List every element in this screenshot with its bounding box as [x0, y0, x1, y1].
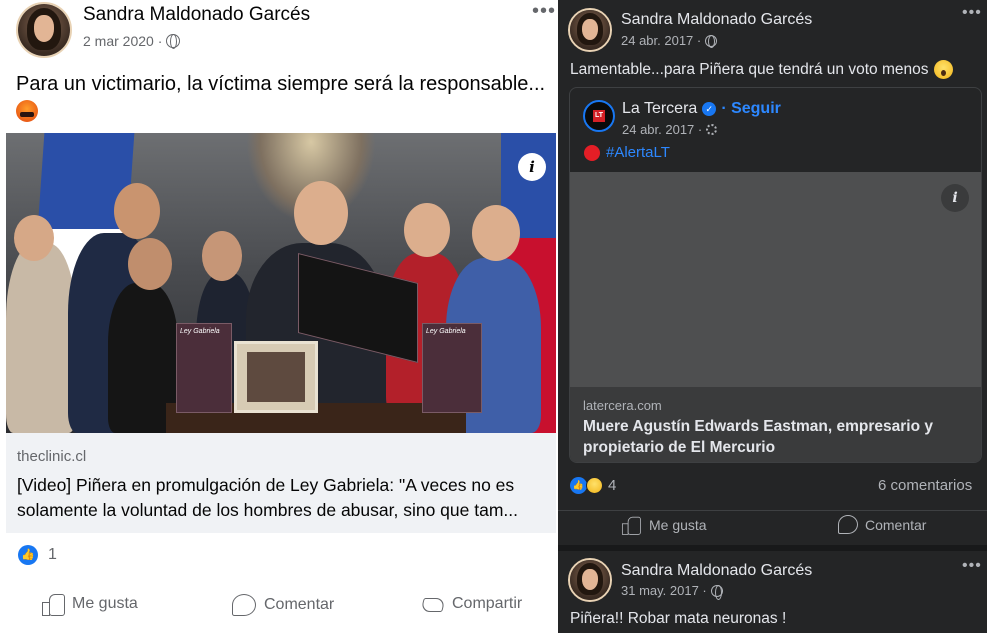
book-ley-gabriela-right: Ley Gabriela [422, 323, 482, 413]
haha-reaction-icon [586, 477, 603, 494]
link-preview-footer[interactable]: latercera.com Muere Agustín Edwards East… [570, 387, 981, 462]
author-avatar[interactable] [568, 8, 612, 52]
reaction-count: 4 [608, 477, 617, 494]
post-text-content: Lamentable...para Piñera que tendrá un v… [570, 60, 929, 78]
logo-text: LT [593, 110, 605, 122]
portrait-frame [234, 341, 318, 413]
left-post: Sandra Maldonado Garcés 2 mar 2020 · •••… [0, 0, 561, 633]
author-name[interactable]: Sandra Maldonado Garcés [83, 4, 310, 26]
link-preview-card[interactable]: theclinic.cl [Video] Piñera en promulgac… [6, 433, 556, 533]
page-name[interactable]: La Tercera [622, 100, 697, 118]
globe-icon [710, 584, 723, 600]
shared-post-date[interactable]: 24 abr. 2017 · [622, 122, 702, 137]
reaction-summary[interactable]: 👍 1 [18, 545, 57, 565]
link-preview-image[interactable]: Ley Gabriela Ley Gabriela i [6, 133, 556, 433]
shared-page-header: La Tercera ✓ · Seguir [622, 100, 781, 118]
like-label: Me gusta [649, 517, 707, 533]
link-preview-image[interactable]: i [570, 172, 981, 387]
dark-post-1: Sandra Maldonado Garcés 24 abr. 2017 · •… [558, 0, 987, 545]
author-avatar[interactable] [16, 2, 72, 58]
share-arrow-icon [420, 594, 444, 614]
right-panel: Sandra Maldonado Garcés 24 abr. 2017 · •… [558, 0, 987, 633]
post-text: Lamentable...para Piñera que tendrá un v… [570, 60, 954, 79]
book-label: Ley Gabriela [180, 328, 220, 335]
reaction-count: 1 [48, 546, 57, 563]
person-head [472, 205, 520, 261]
like-label: Me gusta [72, 595, 138, 612]
like-button[interactable]: Me gusta [42, 594, 138, 616]
like-button[interactable]: Me gusta [620, 515, 707, 535]
post-text: Piñera!! Robar mata neuronas ! [570, 610, 787, 627]
link-title[interactable]: [Video] Piñera en promulgación de Ley Ga… [17, 473, 547, 523]
more-dots-icon[interactable]: ••• [962, 4, 982, 22]
shared-post-card[interactable]: LT La Tercera ✓ · Seguir 24 abr. 2017 · … [569, 87, 982, 463]
author-name[interactable]: Sandra Maldonado Garcés [621, 562, 812, 580]
link-title[interactable]: Muere Agustín Edwards Eastman, empresari… [583, 416, 973, 458]
reaction-summary[interactable]: 👍 4 [570, 477, 616, 494]
book-ley-gabriela-left: Ley Gabriela [176, 323, 232, 413]
dark-post-2: Sandra Maldonado Garcés 31 may. 2017 · •… [558, 551, 987, 633]
person-head [202, 231, 242, 281]
post-date[interactable]: 2 mar 2020 · [83, 33, 162, 49]
author-avatar[interactable] [568, 558, 612, 602]
link-domain: theclinic.cl [17, 448, 87, 465]
like-reaction-icon: 👍 [570, 477, 587, 494]
comment-label: Comentar [865, 516, 927, 533]
gear-icon [706, 124, 718, 135]
hashtag-link[interactable]: #AlertaLT [606, 144, 670, 161]
hashtag-line: #AlertaLT [584, 144, 670, 161]
la-tercera-logo-icon[interactable]: LT [583, 100, 615, 132]
post-meta: 24 abr. 2017 · [621, 33, 718, 48]
screaming-face-emoji-icon [934, 60, 954, 79]
person-figure [6, 243, 76, 433]
person-head [114, 183, 160, 239]
post-date[interactable]: 31 may. 2017 · [621, 583, 707, 598]
author-name[interactable]: Sandra Maldonado Garcés [621, 11, 812, 29]
person-head [14, 215, 54, 261]
verified-badge-icon: ✓ [702, 102, 717, 116]
red-circle-icon [584, 144, 600, 161]
comment-button[interactable]: Comentar [232, 594, 334, 616]
comment-button[interactable]: Comentar [838, 515, 926, 534]
like-reaction-icon: 👍 [18, 545, 38, 565]
person-head [294, 181, 348, 245]
censored-angry-emoji-icon [16, 99, 38, 122]
more-dots-icon[interactable]: ••• [532, 0, 556, 23]
link-domain: latercera.com [583, 398, 662, 413]
globe-icon [166, 34, 181, 49]
shared-post-meta: 24 abr. 2017 · [622, 122, 718, 137]
post-meta: 2 mar 2020 · [83, 33, 181, 49]
comment-bubble-icon [232, 594, 256, 616]
book-label: Ley Gabriela [426, 328, 466, 335]
action-bar: Me gusta Comentar [558, 510, 987, 538]
info-icon[interactable]: i [518, 153, 546, 181]
action-bar: Me gusta Comentar Compartir [0, 592, 561, 628]
thumbs-up-icon [621, 516, 641, 535]
share-button[interactable]: Compartir [420, 594, 522, 614]
globe-icon [705, 34, 718, 48]
follow-button[interactable]: · Seguir [721, 100, 781, 118]
comment-count[interactable]: 6 comentarios [878, 477, 972, 494]
person-head [128, 238, 172, 290]
post-text: Para un victimario, la víctima siempre s… [16, 71, 556, 123]
more-dots-icon[interactable]: ••• [962, 557, 982, 575]
thumbs-up-icon [42, 594, 65, 616]
share-label: Compartir [452, 595, 523, 612]
info-icon[interactable]: i [941, 184, 969, 212]
post-text-content: Para un victimario, la víctima siempre s… [16, 73, 546, 95]
comment-label: Comentar [264, 596, 335, 613]
post-date[interactable]: 24 abr. 2017 · [621, 33, 701, 48]
post-meta: 31 may. 2017 · [621, 583, 723, 600]
person-head [404, 203, 450, 257]
comment-bubble-icon [838, 515, 858, 534]
